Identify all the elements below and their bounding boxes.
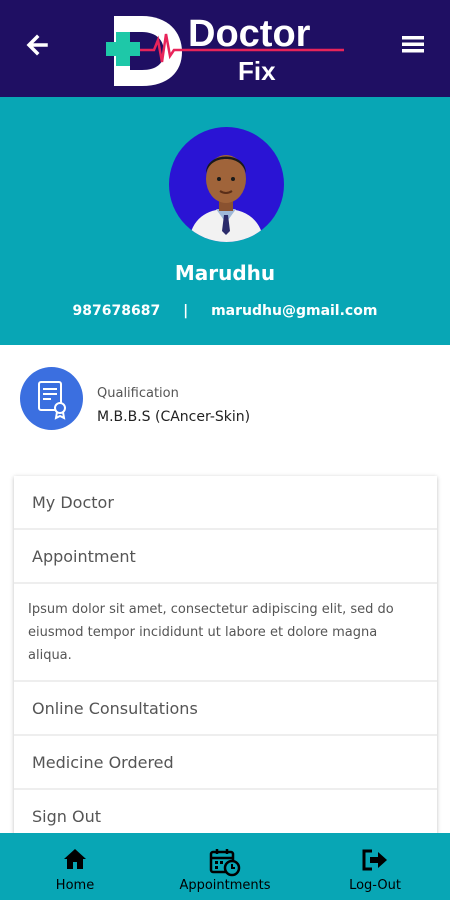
doctor-avatar [169,127,284,242]
qualification-value: M.B.B.S (CAncer-Skin) [97,409,251,425]
bottom-navigation: Home Appointments Log-Out [0,833,450,900]
home-icon [64,849,86,869]
top-app-bar: Doctor Fix [0,0,450,97]
profile-header: Marudhu 987678687 | marudhu@gmail.com [0,97,450,345]
doctor-fix-logo: Doctor Fix [100,6,350,90]
menu-button[interactable] [398,30,430,58]
certificate-icon [20,367,83,430]
logout-icon [362,849,387,871]
contact-info: 987678687 | marudhu@gmail.com [0,303,450,319]
phone-number: 987678687 [72,303,161,319]
nav-logout-label: Log-Out [349,878,401,893]
qualification-section: Qualification M.B.B.S (CAncer-Skin) [0,345,450,460]
nav-appointments[interactable]: Appointments [165,833,285,900]
logo-subtitle: Fix [238,56,276,86]
qualification-label: Qualification [97,386,179,401]
menu-item-medicine-ordered[interactable]: Medicine Ordered [14,736,437,790]
nav-logout[interactable]: Log-Out [325,833,425,900]
back-button[interactable] [22,30,52,60]
profile-menu-list: My Doctor Appointment Ipsum dolor sit am… [14,476,437,846]
nav-home[interactable]: Home [25,833,125,900]
nav-home-label: Home [55,878,95,893]
contact-separator: | [183,303,189,319]
logo-title: Doctor [188,13,311,55]
menu-item-my-doctor[interactable]: My Doctor [14,476,437,530]
appointment-description: Ipsum dolor sit amet, consectetur adipis… [14,584,437,682]
menu-item-appointment[interactable]: Appointment [14,530,437,584]
menu-item-online-consultations[interactable]: Online Consultations [14,682,437,736]
nav-appointments-label: Appointments [179,878,271,893]
hamburger-menu-icon [402,36,424,53]
calendar-clock-icon [209,849,241,877]
arrow-left-icon [26,34,48,56]
email-address: marudhu@gmail.com [211,303,378,319]
doctor-name: Marudhu [174,261,276,285]
